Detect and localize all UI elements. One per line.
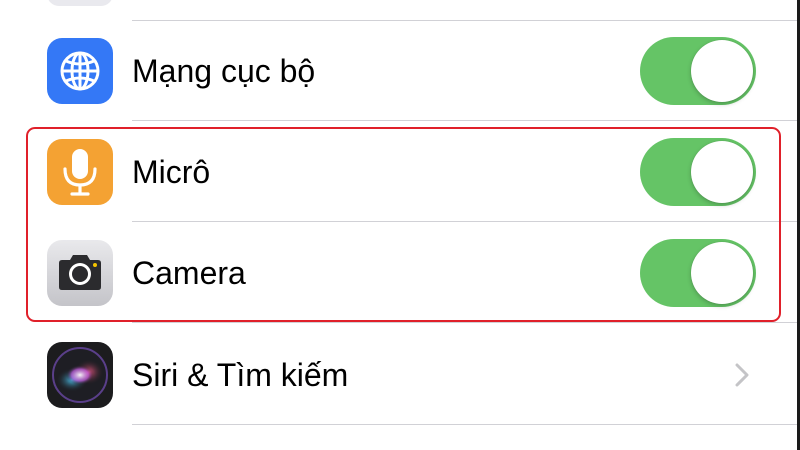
row-separator [132, 424, 797, 425]
previous-row-remnant [0, 0, 797, 20]
toggle-knob [691, 40, 753, 102]
settings-row-siri-search[interactable]: Siri & Tìm kiếm [0, 325, 797, 425]
microphone-icon [47, 139, 113, 205]
settings-row-microphone[interactable]: Micrô [0, 122, 797, 222]
globe-icon [47, 38, 113, 104]
toggle-knob [691, 141, 753, 203]
toggle-knob [691, 242, 753, 304]
local-network-toggle[interactable] [640, 37, 756, 105]
settings-row-label: Micrô [132, 154, 211, 190]
settings-row-label: Mạng cục bộ [132, 53, 316, 89]
settings-row-local-network[interactable]: Mạng cục bộ [0, 21, 797, 121]
row-separator [132, 221, 797, 222]
previous-row-icon-edge [47, 0, 113, 6]
settings-row-camera[interactable]: Camera [0, 223, 797, 323]
settings-row-label: Camera [132, 255, 246, 291]
camera-toggle[interactable] [640, 239, 756, 307]
siri-icon [47, 342, 113, 408]
camera-icon [47, 240, 113, 306]
microphone-toggle[interactable] [640, 138, 756, 206]
row-separator [132, 322, 797, 323]
settings-row-label: Siri & Tìm kiếm [132, 357, 349, 393]
row-separator [132, 120, 797, 121]
settings-list: Mạng cục bộ Micrô Camera Siri & Tìm kiếm [0, 0, 800, 450]
chevron-right-icon [730, 361, 754, 389]
